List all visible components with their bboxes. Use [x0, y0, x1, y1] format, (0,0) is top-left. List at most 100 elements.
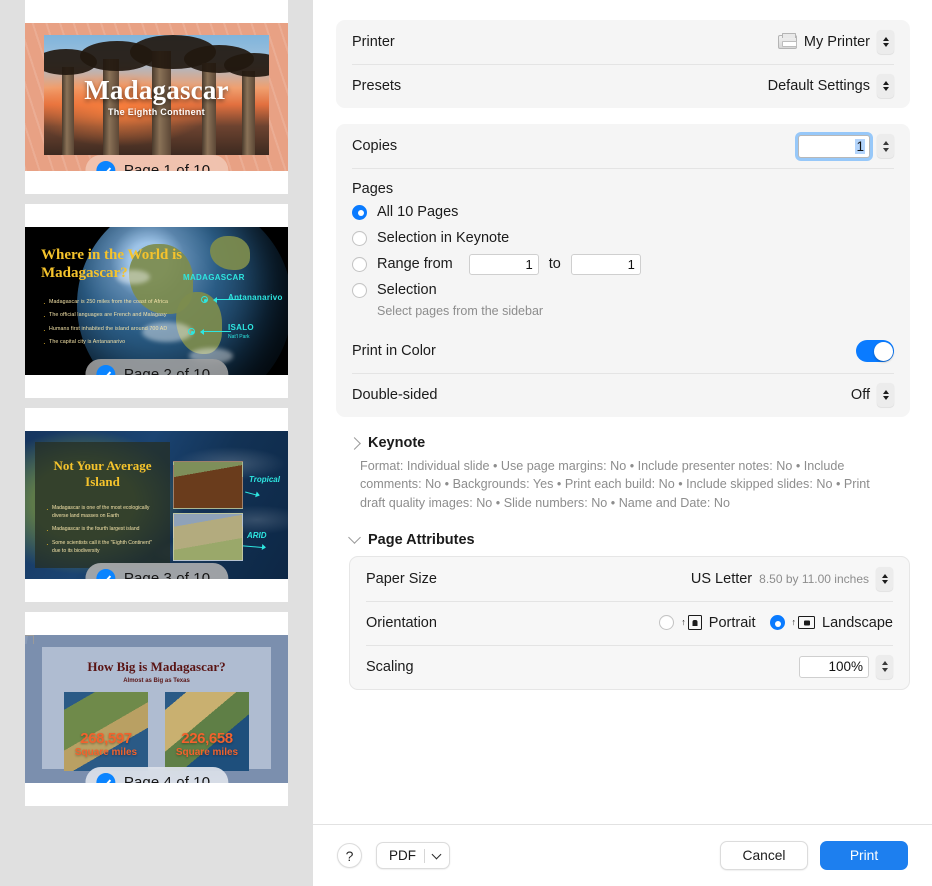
- slide-preview-4[interactable]: How Big is Madagascar? Almost as Big as …: [25, 635, 288, 783]
- presets-value: Default Settings: [767, 78, 870, 94]
- print-in-color-label: Print in Color: [352, 343, 436, 359]
- radio-all-pages[interactable]: [352, 204, 367, 220]
- page-badge-label: Page 1 of 10: [123, 162, 211, 171]
- page-badge[interactable]: Page 2 of 10: [84, 359, 229, 375]
- double-sided-row[interactable]: Double-sided Off: [336, 373, 910, 417]
- thumbnail-divider: [0, 398, 313, 408]
- chevron-updown-icon[interactable]: [877, 74, 894, 98]
- radio-portrait[interactable]: [659, 615, 675, 631]
- slide-preview-2[interactable]: Where in the World is Madagascar? Madaga…: [25, 227, 288, 375]
- keynote-section: Keynote Format: Individual slide • Use p…: [336, 433, 910, 512]
- slide-content-panel: How Big is Madagascar? Almost as Big as …: [42, 647, 271, 771]
- slide-background-pattern: [25, 635, 34, 644]
- pdf-menu-button[interactable]: PDF: [376, 842, 450, 869]
- paper-size-row[interactable]: Paper Size US Letter 8.50 by 11.00 inche…: [350, 557, 909, 601]
- slide-preview-1[interactable]: Madagascar The Eighth Continent Page 1 o…: [25, 23, 288, 171]
- slide-title: Not Your Average Island: [53, 458, 152, 489]
- copies-input[interactable]: 1: [798, 134, 870, 158]
- radio-selection[interactable]: [352, 282, 367, 298]
- thumbnail-item[interactable]: Not Your Average Island Madagascar is on…: [25, 408, 288, 602]
- annotation-tropical: Tropical: [249, 475, 280, 484]
- page-badge[interactable]: Page 4 of 10: [84, 767, 229, 783]
- copies-stepper[interactable]: 1: [798, 134, 894, 158]
- map-pin-icon: [201, 296, 208, 303]
- madagascar-map-image: 226,658 Square miles: [165, 692, 249, 771]
- checkmark-icon[interactable]: [95, 569, 115, 579]
- presets-popup-button[interactable]: Default Settings: [768, 74, 894, 98]
- slide-bullet-list: Madagascar is 250 miles from the coast o…: [43, 298, 178, 353]
- list-item: The capital city is Antananarivo: [43, 338, 178, 350]
- chevron-down-icon[interactable]: [348, 531, 361, 545]
- slide-title: How Big is Madagascar?: [87, 659, 226, 674]
- printer-row[interactable]: Printer My Printer: [336, 20, 910, 64]
- page-badge-label: Page 2 of 10: [123, 366, 211, 375]
- thumbnail-item[interactable]: How Big is Madagascar? Almost as Big as …: [25, 612, 288, 806]
- map-label-isalo: ISALO: [228, 323, 254, 332]
- orientation-row[interactable]: Orientation ↑ Portrait ↑ Landscape: [350, 600, 909, 645]
- scaling-label: Scaling: [366, 658, 414, 675]
- pages-option-selection[interactable]: Selection: [336, 277, 910, 303]
- keynote-disclosure-header[interactable]: Keynote: [336, 433, 910, 451]
- checkmark-icon[interactable]: [95, 773, 115, 783]
- printer-label: Printer: [352, 34, 395, 50]
- pages-option-all[interactable]: All 10 Pages: [336, 199, 910, 225]
- print-options-scroll-area[interactable]: Printer My Printer Presets Default Setti…: [313, 0, 932, 824]
- divider: [424, 848, 425, 863]
- pages-option-range[interactable]: Range from 1 to 1: [336, 251, 910, 277]
- chevron-right-icon[interactable]: [348, 436, 361, 450]
- radio-range-from[interactable]: [352, 256, 367, 272]
- stat-number: 268,597: [80, 730, 132, 747]
- scaling-stepper[interactable]: 100%: [799, 654, 893, 679]
- list-item: Humans first inhabited the island around…: [43, 325, 178, 337]
- orientation-landscape-label: Landscape: [822, 614, 893, 631]
- stat-unit: Square miles: [175, 747, 239, 758]
- dialog-footer: ? PDF Cancel Print: [313, 824, 932, 886]
- page-preview-sidebar[interactable]: Madagascar The Eighth Continent Page 1 o…: [0, 0, 313, 886]
- copies-pages-group: Copies 1 Pages All 10 Pages Selection in…: [336, 124, 910, 417]
- range-to-input[interactable]: 1: [570, 253, 641, 275]
- cancel-button[interactable]: Cancel: [720, 841, 808, 870]
- thumbnail-divider: [0, 602, 313, 612]
- slide-subtitle: Almost as Big as Texas: [123, 678, 190, 684]
- chevron-updown-icon[interactable]: [876, 566, 893, 591]
- range-from-input[interactable]: 1: [468, 253, 539, 275]
- pages-option-selection-in-keynote[interactable]: Selection in Keynote: [336, 225, 910, 251]
- double-sided-label: Double-sided: [352, 387, 438, 403]
- page-badge[interactable]: Page 1 of 10: [84, 155, 229, 171]
- slide-preview-3[interactable]: Not Your Average Island Madagascar is on…: [25, 431, 288, 579]
- list-item: The official languages are French and Ma…: [43, 311, 178, 323]
- scaling-stepper-arrows[interactable]: [876, 654, 893, 679]
- presets-row[interactable]: Presets Default Settings: [336, 64, 910, 108]
- double-sided-popup-button[interactable]: Off: [851, 383, 894, 407]
- thumbnail-item[interactable]: Where in the World is Madagascar? Madaga…: [25, 204, 288, 398]
- page-attributes-disclosure-header[interactable]: Page Attributes: [336, 530, 910, 548]
- copies-stepper-arrows[interactable]: [877, 134, 894, 158]
- slide-bullet-list: Madagascar is one of the most ecological…: [46, 504, 160, 555]
- copies-row[interactable]: Copies 1: [336, 124, 910, 168]
- paper-size-label: Paper Size: [366, 570, 437, 587]
- scaling-row[interactable]: Scaling 100%: [350, 644, 909, 689]
- checkmark-icon[interactable]: [95, 365, 115, 375]
- orientation-label: Orientation: [366, 614, 437, 631]
- orientation-option-portrait[interactable]: ↑ Portrait: [659, 615, 756, 631]
- paper-size-popup-button[interactable]: US Letter 8.50 by 11.00 inches: [691, 566, 893, 591]
- radio-selection-in-keynote[interactable]: [352, 230, 367, 246]
- chevron-updown-icon[interactable]: [877, 30, 894, 54]
- chevron-updown-icon[interactable]: [877, 383, 894, 407]
- print-in-color-toggle[interactable]: [856, 340, 894, 362]
- print-button[interactable]: Print: [820, 841, 908, 870]
- page-attributes-section: Page Attributes Paper Size US Letter 8.5…: [336, 530, 910, 690]
- slide-title: Madagascar: [84, 75, 229, 105]
- pages-section-label: Pages: [352, 181, 394, 197]
- slide-title: Where in the World is Madagascar?: [41, 247, 183, 281]
- printer-popup-button[interactable]: My Printer: [777, 30, 894, 54]
- chevron-down-icon[interactable]: [431, 849, 442, 859]
- help-button[interactable]: ?: [337, 843, 362, 868]
- thumbnail-item[interactable]: Madagascar The Eighth Continent Page 1 o…: [25, 0, 288, 194]
- scaling-input[interactable]: 100%: [799, 655, 869, 678]
- page-badge[interactable]: Page 3 of 10: [84, 563, 229, 579]
- checkmark-icon[interactable]: [95, 161, 115, 171]
- orientation-option-landscape[interactable]: ↑ Landscape: [769, 614, 893, 631]
- radio-landscape[interactable]: [769, 615, 785, 631]
- print-in-color-row[interactable]: Print in Color: [336, 329, 910, 373]
